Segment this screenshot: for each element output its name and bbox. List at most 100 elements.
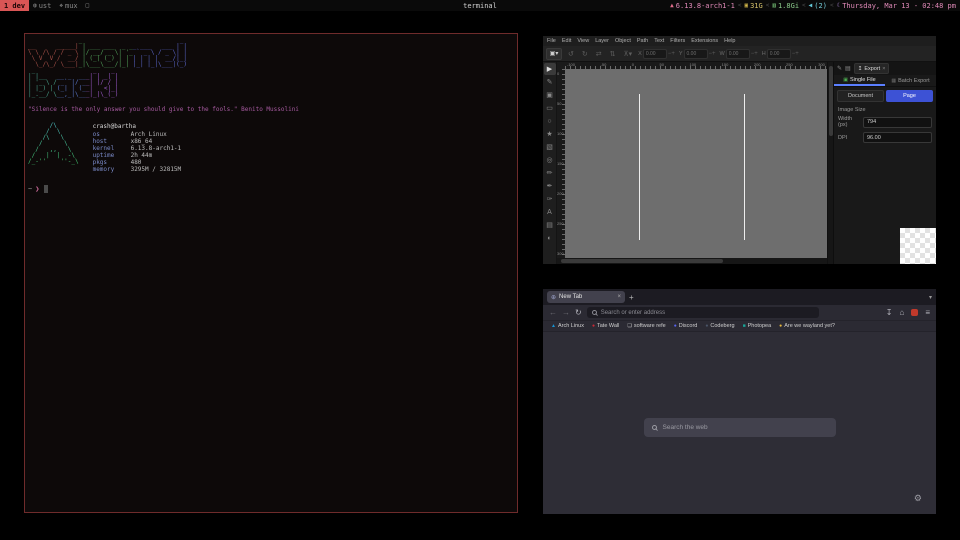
square-bookmark-icon: ■ [743, 323, 746, 329]
tool-selector[interactable]: ▶ [544, 63, 556, 75]
info-host: hostx86_64 [93, 138, 182, 145]
x-input[interactable]: 0.00 [643, 49, 667, 59]
browser-tab-newtab[interactable]: ⊕ New Tab × [547, 291, 625, 303]
tool-node[interactable]: ✎ [544, 76, 556, 88]
tool-rectangle[interactable]: ▭ [544, 102, 556, 114]
layers-icon[interactable]: ▤ [845, 65, 851, 72]
menu-filters[interactable]: Filters [670, 38, 685, 44]
bookmark-6[interactable]: ●Are we wayland yet? [779, 323, 835, 329]
tool-calligraphy[interactable]: ✑ [544, 193, 556, 205]
coord-field-h: H0.00−+ [762, 49, 799, 59]
menu-edit[interactable]: Edit [562, 38, 571, 44]
stepper[interactable]: −+ [709, 51, 716, 57]
home-icon[interactable]: ⌂ [899, 308, 904, 317]
toolctrl-icon-0[interactable]: ↺ [566, 50, 576, 58]
menu-help[interactable]: Help [724, 38, 735, 44]
export-panel: ✎ ▤ ↥ Export × ▣ Single File ▦ Ba [833, 62, 936, 264]
toolctrl-icon-4[interactable]: ⊼▾ [622, 50, 635, 58]
export-panel-tab[interactable]: ↥ Export × [854, 63, 890, 74]
personalize-gear-icon[interactable]: ⚙ [914, 493, 922, 504]
forward-icon[interactable]: → [562, 308, 570, 317]
tool-pencil[interactable]: ✏ [544, 167, 556, 179]
download-icon[interactable]: ↧ [886, 308, 893, 317]
terminal-window[interactable]: _ _ __ _____| | ___ ___ _ __ ___ ___ | |… [24, 33, 518, 513]
stepper[interactable]: −+ [668, 51, 675, 57]
arch-logo-ascii: /\ / \ /\ \ / \ / ,, \ / | | -\/_-'' ''-… [28, 123, 79, 173]
close-icon[interactable]: × [882, 66, 885, 72]
tool-text[interactable]: A [544, 206, 556, 218]
menu-object[interactable]: Object [615, 38, 631, 44]
toolctrl-icon-2[interactable]: ⇄ [594, 50, 604, 58]
tool-pen[interactable]: ✒ [544, 180, 556, 192]
tab-list-dropdown-icon[interactable]: ▾ [929, 294, 932, 301]
export-icon: ↥ [858, 66, 863, 72]
tool-ellipse[interactable]: ○ [544, 115, 556, 127]
tab-batch-export[interactable]: ▦ Batch Export [885, 75, 936, 86]
web-search-input[interactable]: Search the web [644, 418, 836, 437]
selection-mode-dropdown[interactable]: ▣▾ [546, 48, 562, 60]
y-input[interactable]: 0.00 [684, 49, 708, 59]
new-tab-page: Search the web ⚙ [543, 332, 936, 514]
stepper[interactable]: −+ [751, 51, 758, 57]
status-clock: ☾Thursday, Mar 13 - 02:48 pm [837, 2, 956, 10]
tool-box3d[interactable]: ▧ [544, 141, 556, 153]
workspace-dev[interactable]: 1 dev [0, 0, 29, 11]
inkscape-window[interactable]: File Edit View Layer Object Path Text Filters Ex… [543, 36, 936, 264]
dpi-input[interactable]: 96.00 [863, 132, 932, 143]
url-bar[interactable]: Search or enter address [587, 307, 819, 318]
bookmark-0[interactable]: ▲Arch Linux [551, 323, 584, 329]
toolctrl-icon-1[interactable]: ↻ [580, 50, 590, 58]
stepper[interactable]: −+ [792, 51, 799, 57]
inkscape-menubar: File Edit View Layer Object Path Text Filters Ex… [543, 36, 936, 46]
reload-icon[interactable]: ↻ [575, 308, 582, 317]
dot-bookmark-icon: ● [779, 323, 782, 329]
back-icon[interactable]: ← [549, 308, 557, 317]
pencil-icon[interactable]: ✎ [837, 65, 842, 72]
tab-close-icon[interactable]: × [617, 294, 621, 300]
desktop: 1 dev◍ust❖mux□ terminal ▲6.13.8-arch1-1<… [0, 0, 960, 540]
toolctrl-icon-3[interactable]: ⇅ [608, 50, 618, 58]
bookmark-2[interactable]: ❏software refe [627, 323, 665, 329]
horizontal-ruler[interactable]: -100-50050100150200250300 [565, 62, 827, 69]
menu-layer[interactable]: Layer [595, 38, 609, 44]
menu-path[interactable]: Path [637, 38, 648, 44]
coord-field-w: W0.00−+ [720, 49, 758, 59]
new-tab-button[interactable]: + [629, 293, 634, 302]
menu-extensions[interactable]: Extensions [691, 38, 718, 44]
bookmark-3[interactable]: ●Discord [674, 323, 698, 329]
w-input[interactable]: 0.00 [726, 49, 750, 59]
browser-window[interactable]: ⊕ New Tab × + ▾ ← → ↻ Search or enter ad… [543, 289, 936, 514]
ublock-extension-icon[interactable] [911, 309, 918, 316]
workspace-empty[interactable]: □ [82, 0, 94, 11]
shell-prompt[interactable]: ~ ❯ [28, 185, 514, 193]
page-button[interactable]: Page [886, 90, 933, 102]
separator: < [738, 2, 742, 9]
tool-dropper[interactable]: ◐ [544, 232, 556, 244]
info-kernel: kernel6.13.8-arch1-1 [93, 145, 182, 152]
status-bar: 1 dev◍ust❖mux□ terminal ▲6.13.8-arch1-1<… [0, 0, 960, 11]
menu-view[interactable]: View [577, 38, 589, 44]
url-placeholder: Search or enter address [601, 310, 665, 316]
menu-file[interactable]: File [547, 38, 556, 44]
tool-star[interactable]: ★ [544, 128, 556, 140]
tool-gradient[interactable]: ▤ [544, 219, 556, 231]
horizontal-scrollbar[interactable] [557, 258, 827, 264]
menu-text[interactable]: Text [654, 38, 664, 44]
ascii-art-back: _ _ _ | |__ __ _ ___| | _| || '_ \ / _` … [28, 68, 514, 98]
tab-single-file[interactable]: ▣ Single File [834, 75, 885, 86]
tool-shape-builder[interactable]: ▣ [544, 89, 556, 101]
bookmark-1[interactable]: ●Tate Wall [592, 323, 619, 329]
drawn-line-left[interactable] [639, 94, 640, 240]
tool-spiral[interactable]: ◎ [544, 154, 556, 166]
bookmark-5[interactable]: ■Photopea [743, 323, 772, 329]
menu-icon[interactable]: ≡ [925, 308, 930, 317]
bookmark-4[interactable]: ●Codeberg [705, 323, 734, 329]
document-button[interactable]: Document [837, 90, 884, 102]
drawn-line-right[interactable] [744, 94, 745, 240]
inkscape-canvas[interactable] [565, 69, 827, 258]
workspace-ust[interactable]: ◍ust [29, 0, 55, 11]
width-input[interactable]: 794 [863, 117, 932, 128]
h-input[interactable]: 0.00 [767, 49, 791, 59]
vertical-ruler[interactable]: 050100150200250300 [557, 69, 565, 258]
workspace-mux[interactable]: ❖mux [55, 0, 81, 11]
